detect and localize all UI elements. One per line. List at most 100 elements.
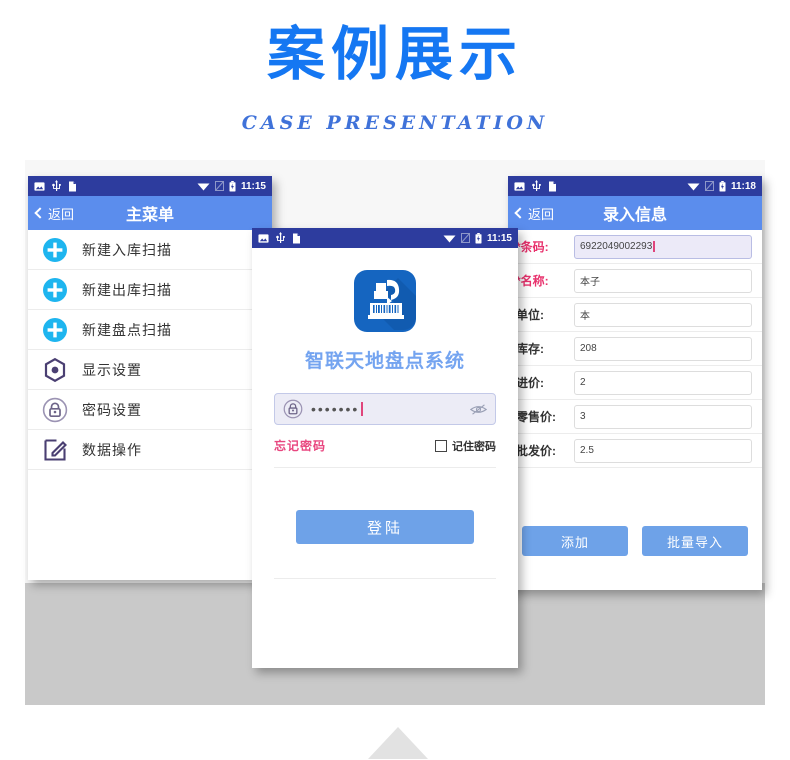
statusbar-time: 11:15 <box>240 180 266 192</box>
document-icon <box>293 233 300 243</box>
field-label-cost-price: 进价: <box>516 376 544 390</box>
image-icon <box>34 181 45 191</box>
field-value: 3 <box>580 411 586 422</box>
form-row: 进价: 2 <box>508 366 762 400</box>
battery-icon <box>475 232 482 243</box>
field-value: 208 <box>580 343 597 354</box>
phone-login: 11:15 智联天地盘点系统 ••••••• 忘记密码 记住密码 登陆 <box>252 228 518 668</box>
wifi-icon <box>443 235 456 243</box>
password-input[interactable]: ••••••• <box>274 393 496 425</box>
document-icon <box>549 181 556 191</box>
scroll-up-arrow-icon[interactable] <box>368 727 428 759</box>
page-title: 案例展示 <box>266 20 523 88</box>
text-caret <box>653 241 655 252</box>
menu-item-label: 显示设置 <box>82 361 142 378</box>
chevron-left-icon <box>34 207 46 219</box>
password-dots: ••••••• <box>311 401 360 417</box>
form-row: 单位: 本 <box>508 298 762 332</box>
eye-slash-icon[interactable] <box>470 403 487 416</box>
field-value: 2.5 <box>580 445 594 456</box>
menu-item-label: 新建盘点扫描 <box>82 321 172 338</box>
back-label: 返回 <box>48 206 75 222</box>
form-body: *条码: 6922049002293 *名称: 本子 单位: 本 库存: 208… <box>508 230 762 556</box>
wifi-icon <box>687 183 700 191</box>
statusbar: 11:18 <box>508 176 762 196</box>
battery-icon <box>719 180 726 191</box>
menu-list: 新建入库扫描 新建出库扫描 新建盘点扫描 显示设置 密码设置 数据操作 <box>28 230 272 470</box>
add-button[interactable]: 添加 <box>522 526 628 556</box>
menu-item-outbound-scan[interactable]: 新建出库扫描 <box>28 270 272 310</box>
text-caret <box>361 402 364 416</box>
menu-item-display-settings[interactable]: 显示设置 <box>28 350 272 390</box>
checkbox-box[interactable] <box>435 439 447 452</box>
phone-main-menu: 11:15 返回 主菜单 新建入库扫描 新建出库扫描 新建盘点扫描 显示设置 密… <box>28 176 272 580</box>
field-input-retail-price[interactable]: 3 <box>574 404 752 429</box>
password-value: ••••••• <box>311 402 470 416</box>
back-button[interactable]: 返回 <box>28 204 74 223</box>
lock-circle-icon <box>42 397 68 422</box>
form-row: *条码: 6922049002293 <box>508 230 762 264</box>
field-value: 本子 <box>580 277 600 288</box>
lock-icon <box>283 399 303 419</box>
field-input-barcode[interactable]: 6922049002293 <box>574 234 752 259</box>
login-button[interactable]: 登陆 <box>296 510 474 544</box>
statusbar-time: 11:15 <box>486 232 512 244</box>
battery-icon <box>229 180 236 191</box>
batch-import-button[interactable]: 批量导入 <box>642 526 748 556</box>
page-subtitle: CASE PRESENTATION <box>241 112 549 134</box>
form-row: 批发价: 2.5 <box>508 434 762 468</box>
form-row: 零售价: 3 <box>508 400 762 434</box>
forgot-password-link[interactable]: 忘记密码 <box>274 437 326 454</box>
field-label-retail-price: 零售价: <box>516 410 556 424</box>
image-icon <box>514 181 525 191</box>
field-input-wholesale-price[interactable]: 2.5 <box>574 438 752 463</box>
phone-record-info: 11:18 返回 录入信息 *条码: 6922049002293 *名称: 本子… <box>508 176 762 590</box>
field-label-name: *名称: <box>516 274 549 288</box>
menu-item-label: 新建出库扫描 <box>82 281 172 298</box>
back-label: 返回 <box>528 206 555 222</box>
plus-circle-icon <box>43 237 67 262</box>
menu-item-label: 密码设置 <box>82 401 142 418</box>
page-root: 案例展示 CASE PRESENTATION 11:15 返回 主菜单 新建入库… <box>0 0 790 760</box>
menu-item-password-settings[interactable]: 密码设置 <box>28 390 272 430</box>
login-body: 智联天地盘点系统 ••••••• 忘记密码 记住密码 登陆 <box>252 270 518 656</box>
usb-icon <box>52 180 61 191</box>
signal-icon <box>704 181 714 191</box>
menu-item-label: 数据操作 <box>82 441 142 458</box>
field-input-cost-price[interactable]: 2 <box>574 370 752 395</box>
statusbar: 11:15 <box>28 176 272 196</box>
divider-bottom <box>274 578 496 579</box>
plus-circle-icon <box>43 317 67 342</box>
divider <box>274 467 496 468</box>
back-button[interactable]: 返回 <box>508 204 554 223</box>
login-helper-row: 忘记密码 记住密码 <box>274 437 496 454</box>
image-icon <box>258 233 269 243</box>
form-row: *名称: 本子 <box>508 264 762 298</box>
field-input-stock[interactable]: 208 <box>574 336 752 361</box>
wifi-icon <box>197 183 210 191</box>
field-label-wholesale-price: 批发价: <box>516 444 556 458</box>
plus-circle-icon <box>43 277 67 302</box>
usb-icon <box>276 232 285 243</box>
field-value: 6922049002293 <box>580 241 653 252</box>
field-label-stock: 库存: <box>516 342 544 356</box>
remember-password-checkbox[interactable]: 记住密码 <box>435 438 496 454</box>
statusbar: 11:15 <box>252 228 518 248</box>
signal-icon <box>460 233 470 243</box>
field-input-name[interactable]: 本子 <box>574 268 752 293</box>
menu-item-inbound-scan[interactable]: 新建入库扫描 <box>28 230 272 270</box>
statusbar-time: 11:18 <box>730 180 756 192</box>
usb-icon <box>532 180 541 191</box>
appbar: 返回 主菜单 <box>28 196 272 230</box>
menu-item-inventory-scan[interactable]: 新建盘点扫描 <box>28 310 272 350</box>
field-input-unit[interactable]: 本 <box>574 302 752 327</box>
form-actions: 添加 批量导入 <box>508 526 762 556</box>
barcode-scanner-app-icon <box>354 270 416 332</box>
remember-password-label: 记住密码 <box>452 440 496 453</box>
appbar: 返回 录入信息 <box>508 196 762 230</box>
app-logo-wrap <box>274 270 496 332</box>
app-name: 智联天地盘点系统 <box>304 351 465 372</box>
field-label-unit: 单位: <box>516 308 544 322</box>
chevron-left-icon <box>514 207 526 219</box>
menu-item-data-operations[interactable]: 数据操作 <box>28 430 272 470</box>
